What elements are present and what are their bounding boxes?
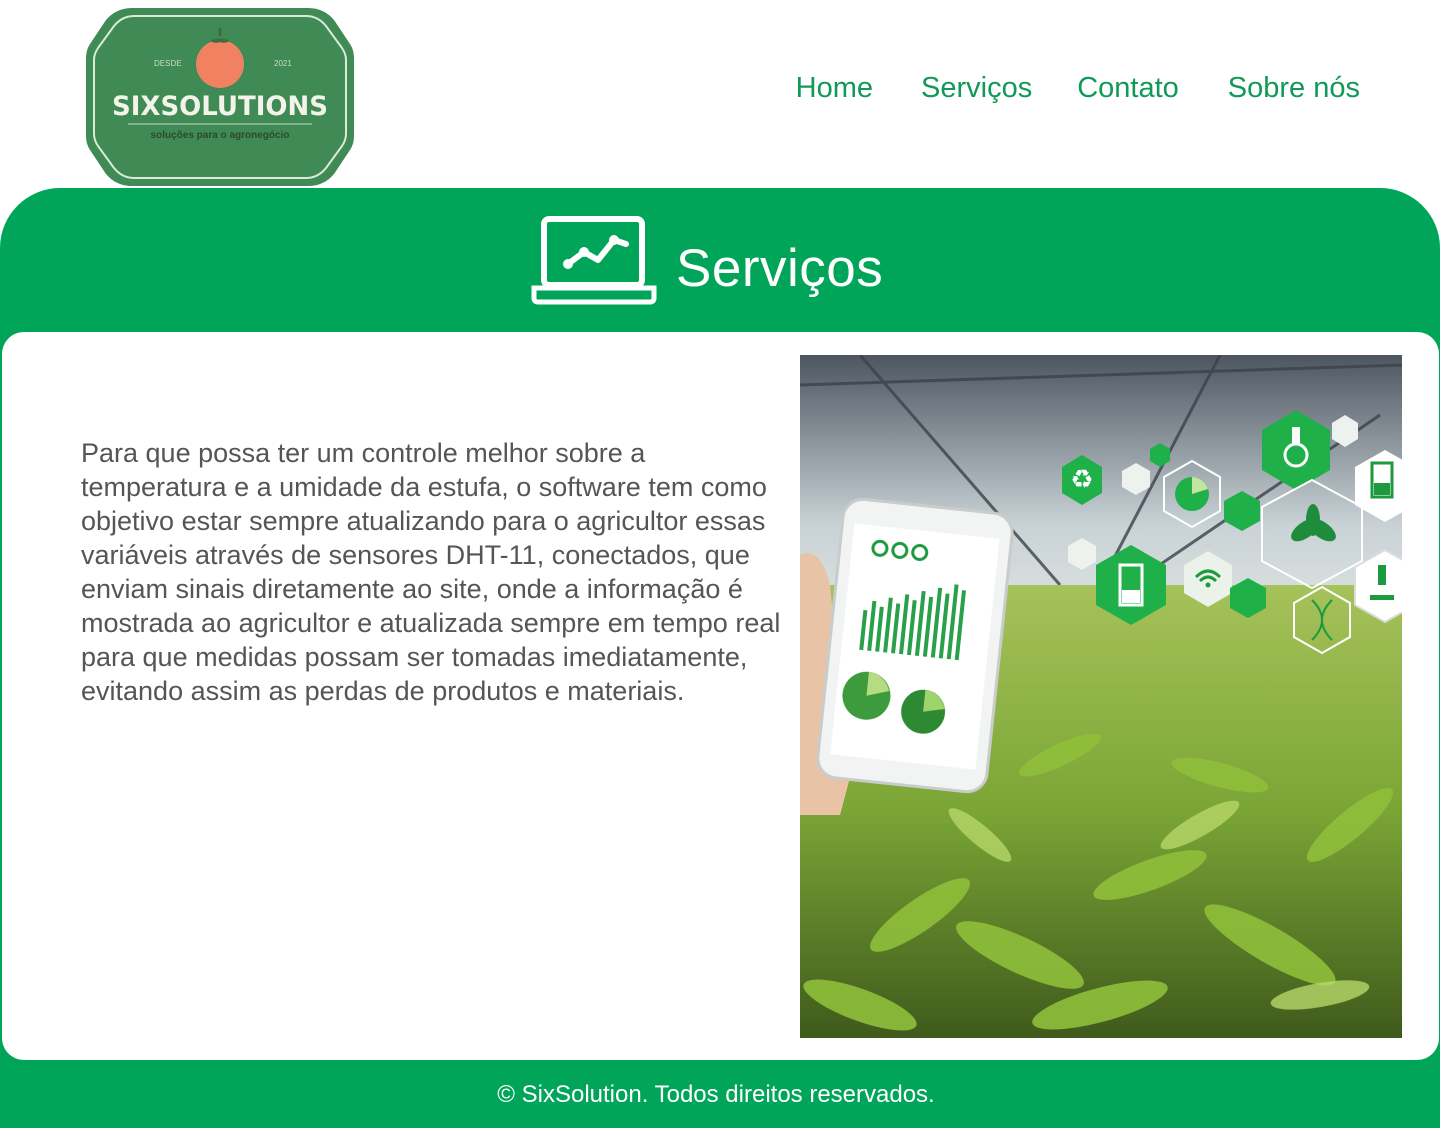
logo-since-year: 2021 bbox=[274, 59, 292, 68]
logo-brand: SIXSOLUTIONS bbox=[112, 91, 328, 122]
nav-sobre-nos[interactable]: Sobre nós bbox=[1228, 72, 1360, 105]
main-nav: Home Serviços Contato Sobre nós bbox=[796, 72, 1360, 105]
nav-home[interactable]: Home bbox=[796, 72, 873, 105]
logo[interactable]: DESDE 2021 SIXSOLUTIONS soluções para o … bbox=[84, 6, 356, 188]
nav-servicos[interactable]: Serviços bbox=[921, 72, 1032, 105]
laptop-chart-icon bbox=[531, 216, 657, 305]
page-title: Serviços bbox=[676, 239, 884, 298]
logo-since-label: DESDE bbox=[154, 59, 182, 68]
service-description: Para que possa ter um controle melhor so… bbox=[81, 438, 781, 706]
greenhouse-phone-image: ♻ bbox=[800, 355, 1402, 1038]
svg-text:♻: ♻ bbox=[1070, 465, 1093, 495]
footer-copyright: © SixSolution. Todos direitos reservados… bbox=[497, 1081, 935, 1108]
logo-tagline: soluções para o agronegócio bbox=[151, 130, 290, 141]
nav-contato[interactable]: Contato bbox=[1077, 72, 1179, 105]
site-header: DESDE 2021 SIXSOLUTIONS soluções para o … bbox=[0, 0, 1440, 190]
